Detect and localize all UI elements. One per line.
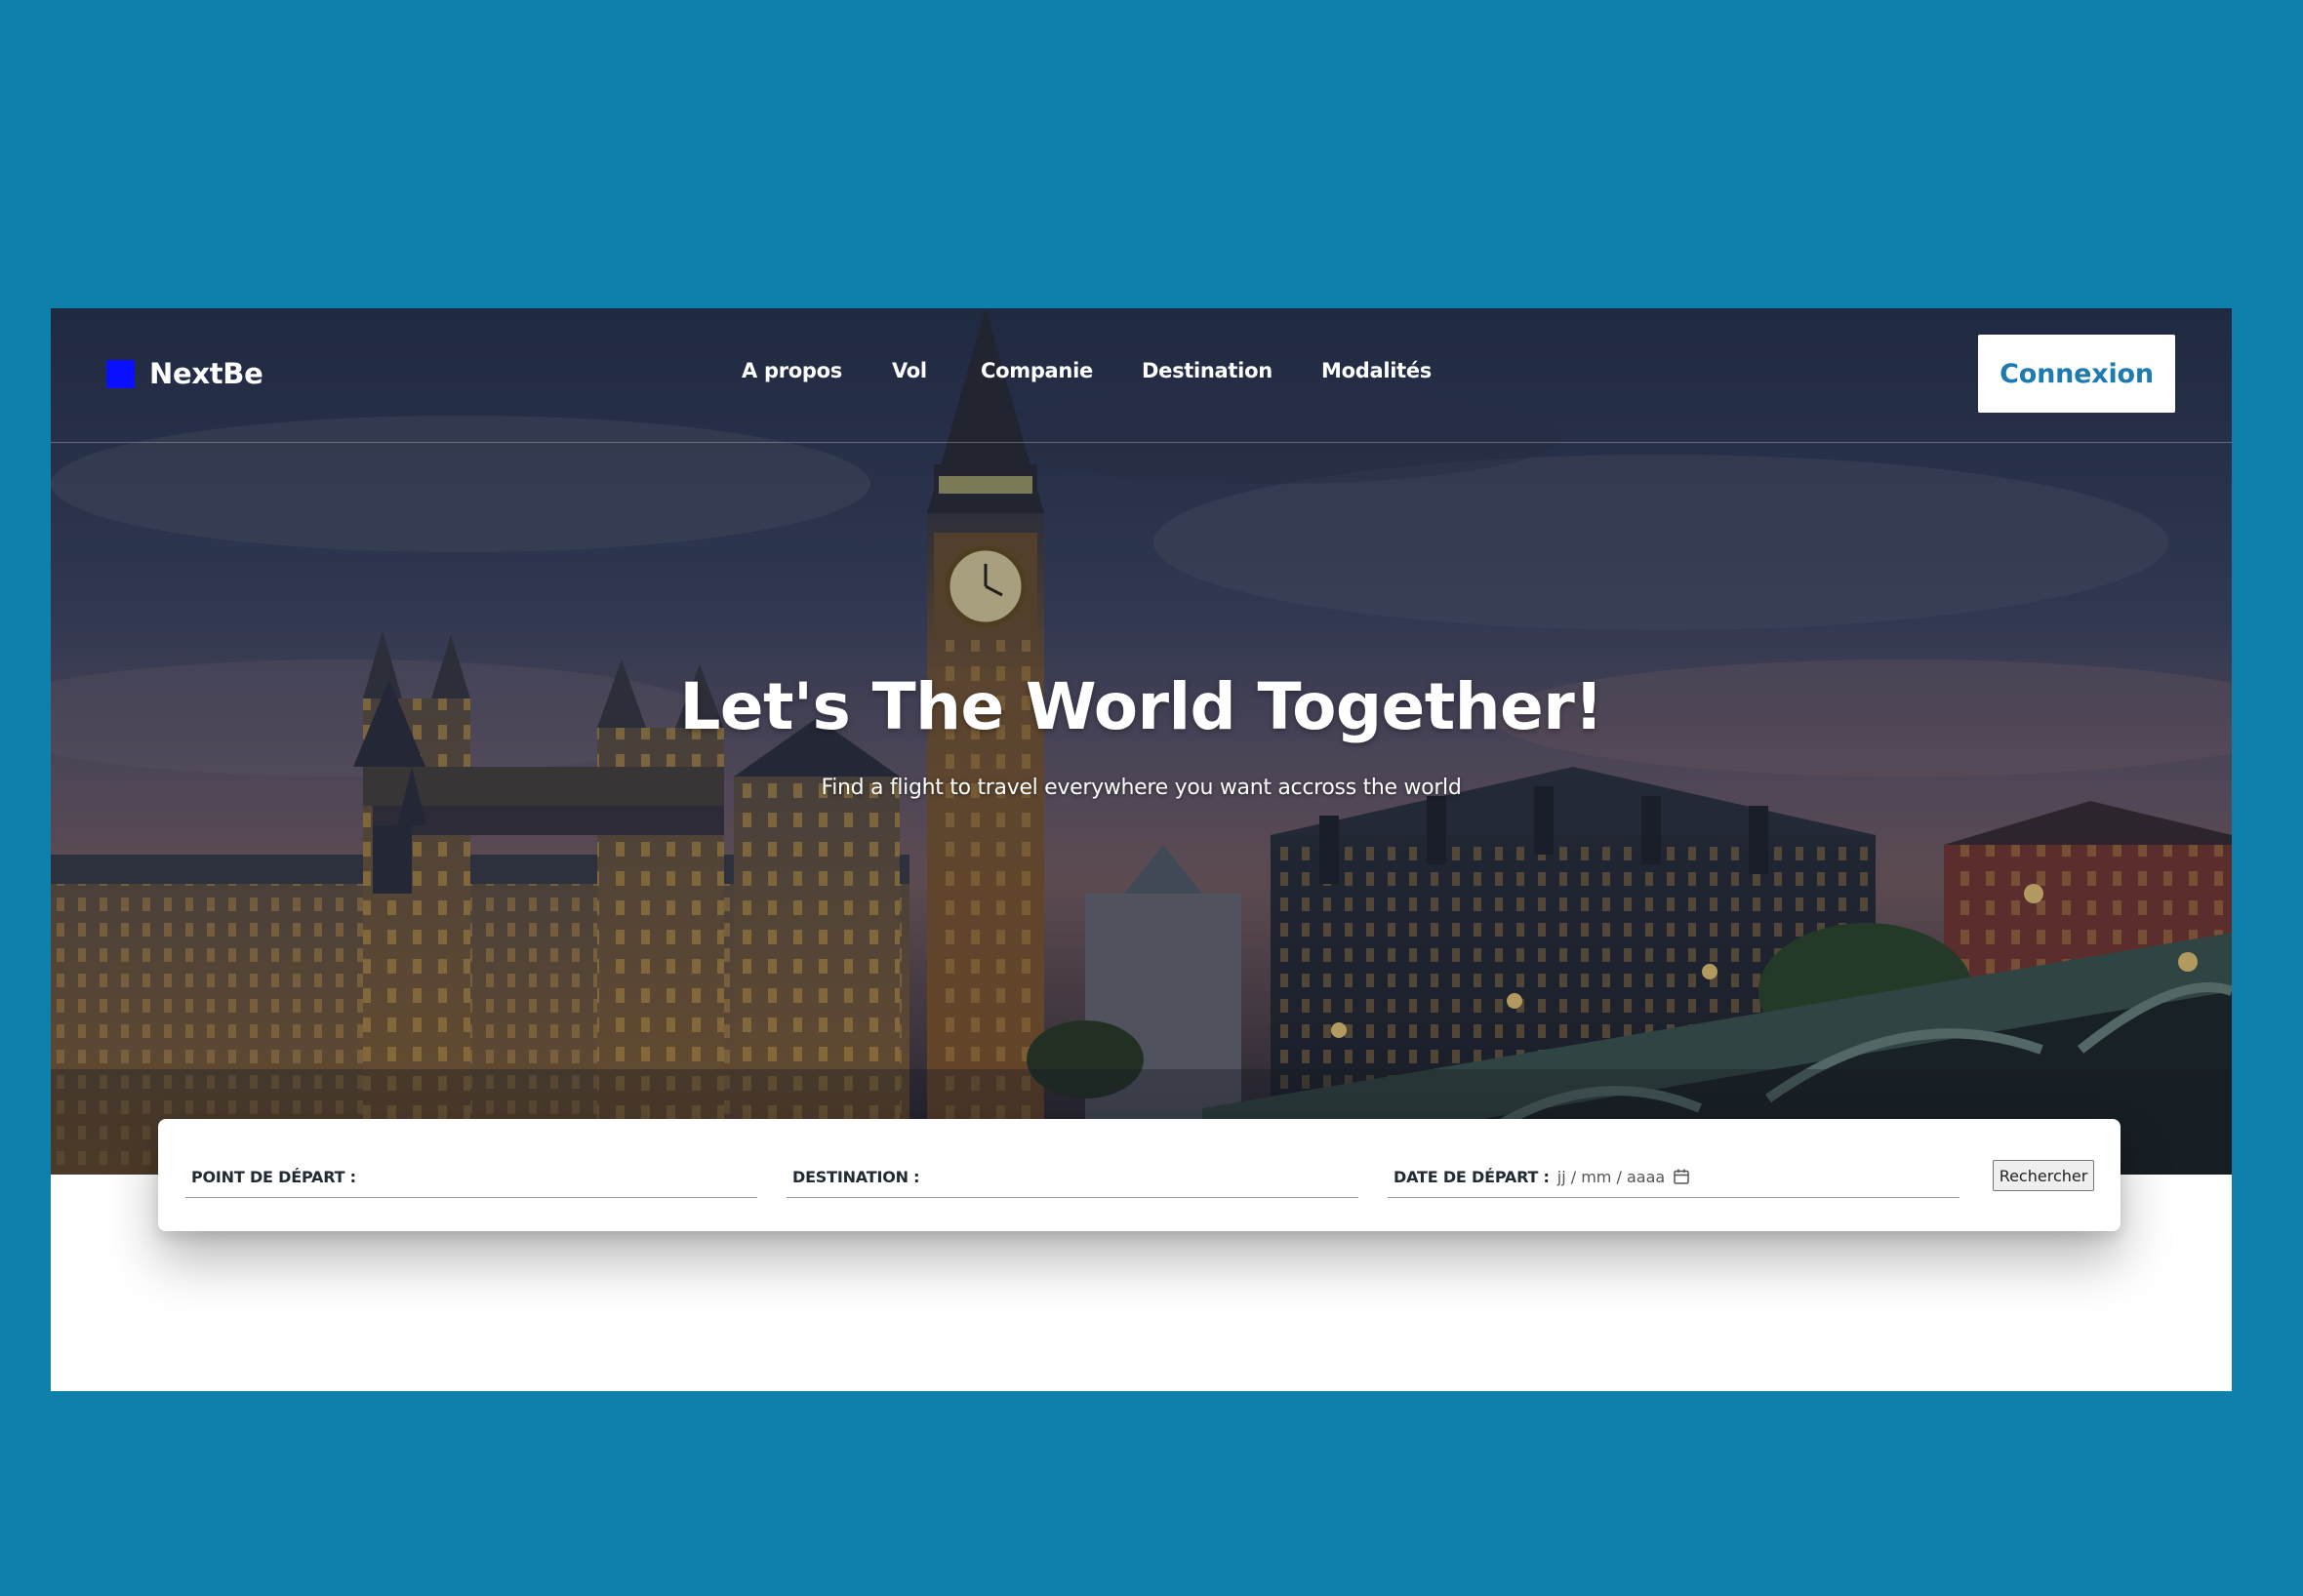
main-nav: A propos Vol Companie Destination Modali… xyxy=(51,308,2232,442)
app-window: NextBe A propos Vol Companie Destination… xyxy=(51,308,2232,1391)
destination-input[interactable] xyxy=(925,1161,1358,1192)
hero-section: NextBe A propos Vol Companie Destination… xyxy=(51,308,2232,1175)
hero-title: Let's The World Together! xyxy=(679,669,1603,744)
calendar-icon[interactable] xyxy=(1673,1168,1690,1185)
destination-label: DESTINATION : xyxy=(792,1167,920,1186)
hero-subtitle: Find a flight to travel everywhere you w… xyxy=(821,776,1462,800)
connexion-button[interactable]: Connexion xyxy=(1978,335,2175,413)
date-input[interactable]: jj / mm / aaaa xyxy=(1557,1168,1665,1186)
nav-link-vol[interactable]: Vol xyxy=(892,359,927,382)
nav-link-modalites[interactable]: Modalités xyxy=(1321,359,1432,382)
search-button[interactable]: Rechercher xyxy=(1993,1160,2094,1191)
departure-label: POINT DE DÉPART : xyxy=(191,1167,356,1186)
departure-field[interactable]: POINT DE DÉPART : xyxy=(185,1156,757,1198)
nav-link-destination[interactable]: Destination xyxy=(1142,359,1273,382)
date-label: DATE DE DÉPART : xyxy=(1394,1167,1550,1186)
flight-search-form: POINT DE DÉPART : DESTINATION : DATE DE … xyxy=(158,1119,2121,1231)
nav-link-companie[interactable]: Companie xyxy=(981,359,1093,382)
top-navbar: NextBe A propos Vol Companie Destination… xyxy=(51,308,2232,443)
nav-link-a-propos[interactable]: A propos xyxy=(742,359,842,382)
departure-input[interactable] xyxy=(361,1161,757,1192)
date-field[interactable]: DATE DE DÉPART : jj / mm / aaaa xyxy=(1388,1156,1960,1198)
destination-field[interactable]: DESTINATION : xyxy=(787,1156,1358,1198)
